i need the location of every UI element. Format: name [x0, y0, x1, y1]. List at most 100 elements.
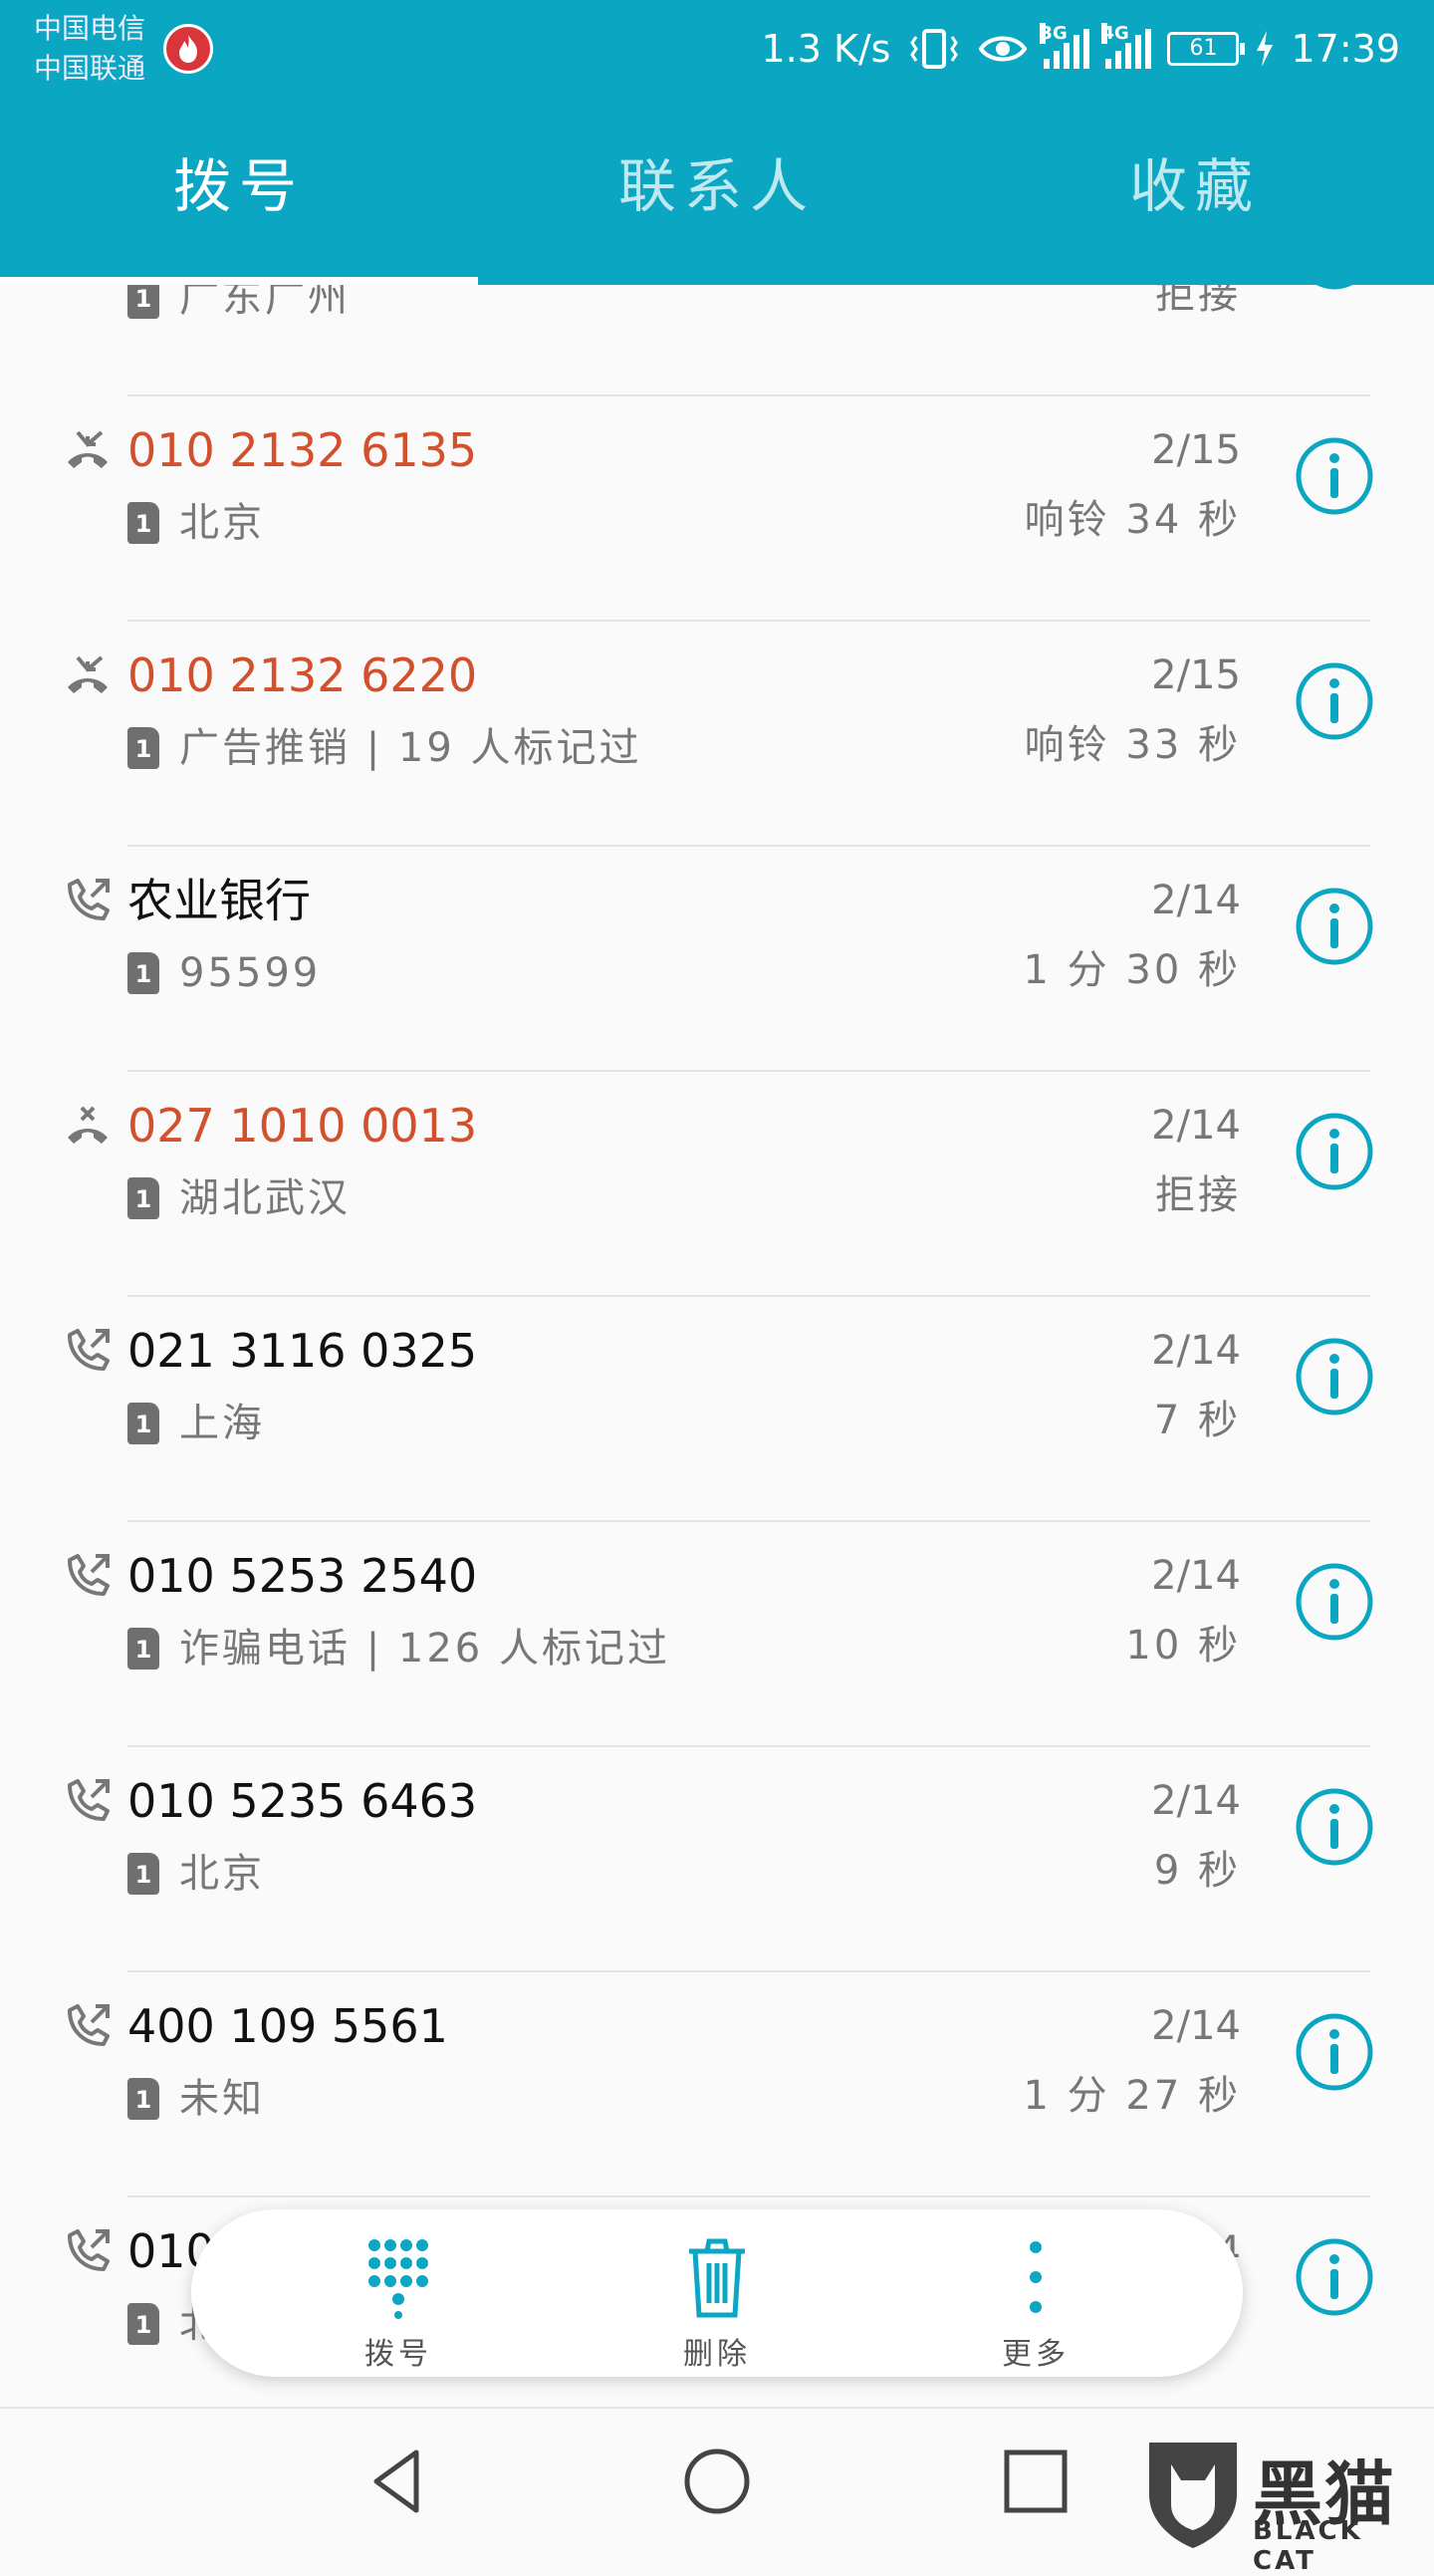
info-icon[interactable] — [1295, 1787, 1374, 1867]
outgoing-call-icon — [64, 877, 112, 924]
info-icon[interactable] — [1295, 1112, 1374, 1191]
more-button[interactable]: 更多 — [926, 2227, 1145, 2372]
call-number: 021 3116 0325 — [127, 1324, 478, 1378]
sim-1-icon: 1 — [127, 2303, 159, 2345]
dialpad-button[interactable]: 拨号 — [289, 2227, 508, 2372]
sim-1-icon: 1 — [127, 502, 159, 544]
tab-dialer[interactable]: 拨号 — [90, 141, 388, 231]
sim-1-icon: 1 — [127, 1628, 159, 1670]
info-icon[interactable] — [1295, 887, 1374, 966]
call-number: 027 1010 0013 — [127, 1099, 478, 1153]
info-icon[interactable] — [1295, 661, 1374, 741]
sim-1-icon: 1 — [127, 285, 159, 319]
call-detail: 1 分 27 秒 — [1023, 2073, 1241, 2119]
carrier-2: 中国联通 — [34, 52, 146, 85]
tab-favorites[interactable]: 收藏 — [1046, 141, 1344, 231]
call-location: 诈骗电话 | 126 人标记过 — [179, 1626, 670, 1672]
call-detail: 响铃 33 秒 — [1024, 722, 1241, 768]
call-log-row[interactable]: 010 2132 6220 1 广告推销 | 19 人标记过 2/15 响铃 33 秒 — [0, 622, 1434, 847]
call-location: 北京 — [179, 1851, 265, 1897]
signal-3g-icon: 3G — [1040, 23, 1090, 69]
network-speed: 1.3 K/s — [761, 27, 891, 71]
call-log-row[interactable]: 400 109 5561 1 未知 2/14 1 分 27 秒 — [0, 1972, 1434, 2197]
sim-1-icon: 1 — [127, 952, 159, 994]
info-icon[interactable] — [1295, 1562, 1374, 1642]
carrier-1: 中国电信 — [34, 12, 146, 45]
charging-icon — [1257, 31, 1274, 67]
call-log-row[interactable]: 027 1010 0013 1 湖北武汉 2/14 拒接 — [0, 1072, 1434, 1297]
call-log-row[interactable]: 农业银行 1 95599 2/14 1 分 30 秒 — [0, 847, 1434, 1072]
call-number: 010 2132 6220 — [127, 648, 478, 702]
info-icon[interactable] — [1295, 285, 1374, 291]
recents-icon[interactable] — [1001, 2447, 1071, 2516]
call-location: 未知 — [179, 2076, 265, 2122]
bottom-action-bar: 拨号 删除 更多 — [191, 2209, 1243, 2377]
dialpad-label: 拨号 — [364, 2337, 432, 2372]
call-log-list[interactable]: 020 6631 63811广东广州2/15拒接010 2132 61351北京… — [0, 285, 1434, 2407]
call-log-row[interactable]: 010 2132 6135 1 北京 2/15 响铃 34 秒 — [0, 396, 1434, 622]
delete-label: 删除 — [683, 2337, 751, 2372]
call-date: 2/14 — [1151, 1328, 1241, 1374]
delete-button[interactable]: 删除 — [607, 2227, 827, 2372]
call-number: 农业银行 — [127, 874, 311, 927]
outgoing-call-icon — [64, 1552, 112, 1600]
rejected-call-icon — [64, 1102, 112, 1150]
dialpad-icon — [368, 2239, 428, 2319]
call-log-row[interactable]: 021 3116 0325 1 上海 2/14 7 秒 — [0, 1297, 1434, 1522]
watermark-subtitle: BLACK CAT — [1253, 2516, 1363, 2576]
call-location: 广东广州 — [179, 285, 351, 321]
cat-shield-icon — [1149, 2443, 1237, 2548]
more-vertical-icon — [1030, 2241, 1042, 2313]
signal-4g-icon: 4G — [1101, 23, 1152, 69]
tab-bar: 拨号 联系人 收藏 — [0, 98, 1434, 285]
call-location: 上海 — [179, 1401, 265, 1446]
tab-indicator — [0, 277, 478, 285]
home-icon[interactable] — [682, 2447, 752, 2516]
call-number: 010 5235 6463 — [127, 1774, 478, 1828]
clock: 17:39 — [1291, 27, 1400, 71]
call-date: 2/14 — [1151, 1778, 1241, 1824]
sim-1-icon: 1 — [127, 1853, 159, 1895]
call-log-row[interactable]: 020 6631 63811广东广州2/15拒接 — [0, 285, 1434, 396]
call-log-row[interactable]: 010 5235 6463 1 北京 2/14 9 秒 — [0, 1747, 1434, 1972]
call-detail: 响铃 34 秒 — [1024, 497, 1241, 543]
sim-1-icon: 1 — [127, 2078, 159, 2120]
call-number: 010 2132 6135 — [127, 423, 478, 477]
info-icon[interactable] — [1295, 436, 1374, 516]
black-cat-watermark: 黑猫 BLACK CAT — [1141, 2435, 1420, 2576]
sim-1-icon: 1 — [127, 727, 159, 769]
missed-call-icon — [64, 651, 112, 699]
call-number: 010 5253 2540 — [127, 1549, 478, 1603]
carrier-info: 中国电信 中国联通 — [34, 10, 145, 90]
info-icon[interactable] — [1295, 2237, 1374, 2317]
call-detail: 7 秒 — [1153, 1398, 1241, 1443]
eye-comfort-icon — [979, 36, 1028, 62]
call-date: 2/15 — [1151, 427, 1241, 473]
trash-icon — [689, 2238, 745, 2318]
back-icon[interactable] — [362, 2447, 432, 2516]
call-detail: 拒接 — [1155, 285, 1241, 318]
info-icon[interactable] — [1295, 2012, 1374, 2092]
info-icon[interactable] — [1295, 1337, 1374, 1417]
status-icons: 1.3 K/s 3G 4G 61 17:39 — [761, 22, 1400, 76]
call-location: 95599 — [179, 950, 322, 996]
status-bar: 中国电信 中国联通 1.3 K/s 3G 4G 61 17:39 — [0, 0, 1434, 98]
call-date: 2/14 — [1151, 1553, 1241, 1599]
call-date: 2/14 — [1151, 2003, 1241, 2049]
outgoing-call-icon — [64, 1327, 112, 1375]
tab-contacts[interactable]: 联系人 — [568, 141, 866, 231]
call-date: 2/14 — [1151, 1103, 1241, 1149]
call-location: 北京 — [179, 500, 265, 546]
sim-1-icon: 1 — [127, 1403, 159, 1444]
call-date: 2/14 — [1151, 878, 1241, 923]
call-number: 400 109 5561 — [127, 1999, 448, 2053]
call-log-row[interactable]: 010 5253 2540 1 诈骗电话 | 126 人标记过 2/14 10 秒 — [0, 1522, 1434, 1747]
call-detail: 拒接 — [1155, 1172, 1241, 1218]
call-location: 湖北武汉 — [179, 1175, 351, 1221]
outgoing-call-icon — [64, 2002, 112, 2050]
vibrate-icon — [910, 29, 959, 69]
sim-1-icon: 1 — [127, 1177, 159, 1219]
call-detail: 10 秒 — [1125, 1623, 1241, 1669]
call-date: 2/15 — [1151, 652, 1241, 698]
call-location: 广告推销 | 19 人标记过 — [179, 725, 642, 771]
